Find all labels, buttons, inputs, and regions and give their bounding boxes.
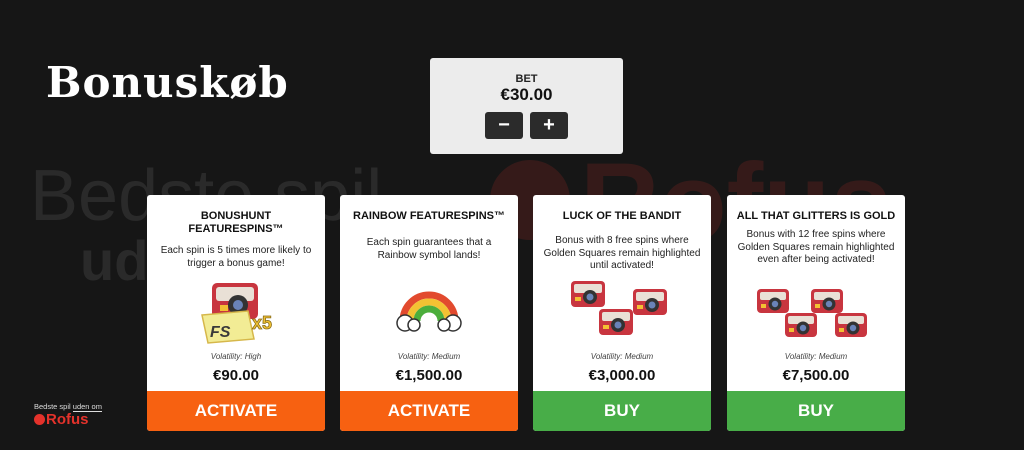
card-description: Each spin guarantees that a Rainbow symb… (366, 237, 492, 261)
bet-panel: BET €30.00 − + (430, 58, 623, 154)
activate-button[interactable]: ACTIVATE (147, 391, 325, 431)
rofus-tagline-plain: Bedste spil (34, 402, 73, 411)
camera-group-icon (571, 281, 667, 335)
page-title: Bonuskøb (46, 58, 289, 107)
card-volatility: Volatility: Medium (784, 352, 848, 361)
card-volatility: Volatility: Medium (590, 352, 654, 361)
card-volatility: Volatility: Medium (397, 352, 461, 361)
card-price: €3,000.00 (588, 367, 656, 384)
card-volatility: Volatility: High (210, 352, 262, 361)
card-title: ALL THAT GLITTERS IS GOLD (736, 210, 896, 222)
bonus-card-rainbow: RAINBOW FEATURESPINS™ Each spin guarante… (340, 195, 518, 431)
bet-decrease-button[interactable]: − (485, 112, 523, 139)
rofus-logo-icon (34, 414, 45, 425)
fs-label: FS (210, 324, 231, 341)
bonus-card-luck-of-the-bandit: LUCK OF THE BANDIT Bonus with 8 free spi… (533, 195, 711, 431)
card-description: Bonus with 8 free spins where Golden Squ… (543, 235, 701, 271)
bonus-card-all-that-glitters: ALL THAT GLITTERS IS GOLD Bonus with 12 … (727, 195, 905, 431)
activate-button[interactable]: ACTIVATE (340, 391, 518, 431)
card-title: BONUSHUNT FEATURESPINS™ (188, 210, 284, 235)
multiplier-label: x5 (252, 313, 272, 333)
card-price: €7,500.00 (782, 367, 850, 384)
rofus-wordmark: Rofus (46, 411, 89, 428)
card-price: €1,500.00 (395, 367, 463, 384)
card-title: RAINBOW FEATURESPINS™ (353, 210, 505, 222)
rofus-tagline: Bedste spil uden om (34, 402, 102, 412)
card-description: Bonus with 12 free spins where Golden Sq… (737, 229, 895, 265)
bet-increase-button[interactable]: + (530, 112, 568, 139)
rofus-logo: Bedste spil uden om Rofus (34, 402, 124, 436)
rainbow-icon (396, 291, 462, 332)
buy-button[interactable]: BUY (533, 391, 711, 431)
buy-button[interactable]: BUY (727, 391, 905, 431)
bet-label: BET (515, 73, 538, 85)
bet-value: €30.00 (500, 85, 553, 104)
bonus-card-bonushunt: BONUSHUNT FEATURESPINS™ Each spin is 5 t… (147, 195, 325, 431)
card-price: €90.00 (213, 367, 259, 384)
card-description: Each spin is 5 times more likely to trig… (160, 245, 312, 269)
camera-fs-icon: FS x5 (201, 283, 272, 344)
camera-group-icon (757, 289, 867, 337)
card-title: LUCK OF THE BANDIT (562, 210, 682, 222)
